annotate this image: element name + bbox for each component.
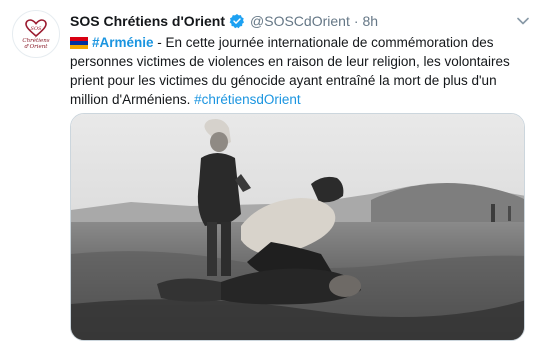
tweet-timestamp[interactable]: 8h [363, 13, 379, 29]
author-name[interactable]: SOS Chrétiens d'Orient [70, 13, 225, 29]
avatar-logo-top: SOS [31, 26, 43, 32]
tweet-text: #Arménie - En cette journée internationa… [70, 33, 532, 109]
heart-logo-icon: SOS [25, 18, 47, 37]
avatar-logo-text: Chrétiens d'Orient [22, 37, 50, 50]
author-handle[interactable]: @SOSCdOrient [250, 13, 350, 29]
tweet-card[interactable]: SOS Chrétiens d'Orient SOS Chrétiens d'O… [0, 0, 543, 346]
separator-dot: · [353, 13, 359, 29]
avatar[interactable]: SOS Chrétiens d'Orient [12, 10, 60, 58]
hashtag-chretiensdorient-link[interactable]: #chrétiensdOrient [194, 92, 301, 107]
hashtag-armenie-link[interactable]: #Arménie [92, 35, 154, 50]
armenia-flag-icon [70, 37, 88, 49]
verified-badge-icon [229, 13, 245, 29]
historical-photo-image [71, 114, 524, 340]
tweet-header: SOS Chrétiens d'Orient @SOSCdOrient · 8h [70, 11, 531, 31]
tweet-photo[interactable] [70, 113, 525, 341]
chevron-down-icon[interactable] [515, 13, 531, 29]
